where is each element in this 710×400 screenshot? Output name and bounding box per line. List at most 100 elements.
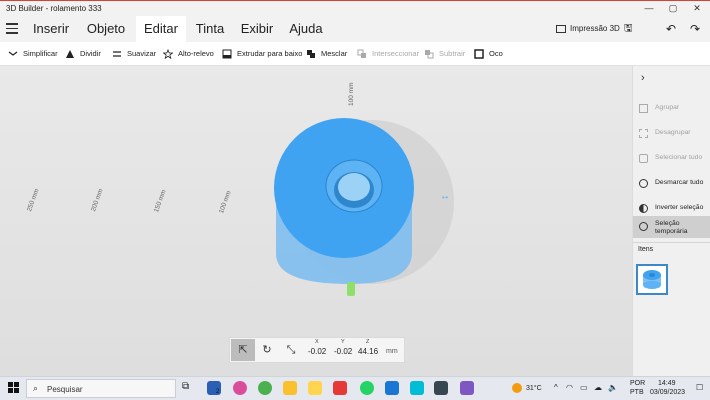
target-icon: [639, 222, 648, 231]
invert-icon: [639, 204, 648, 213]
app-icon[interactable]: [283, 381, 297, 395]
move-handle-vertical[interactable]: [347, 282, 355, 296]
hamburger-menu-icon[interactable]: [6, 23, 18, 35]
merge-icon: [307, 50, 315, 59]
bearing-thumbnail-icon: [643, 270, 661, 289]
group-button[interactable]: Agrupar: [633, 96, 710, 120]
extrude-icon: [222, 49, 232, 59]
language-bottom[interactable]: PTB: [630, 389, 644, 396]
subtract-button[interactable]: Subtrair: [424, 42, 465, 66]
divider: [633, 242, 710, 243]
x-label: X: [315, 339, 319, 345]
unit-label: mm: [386, 348, 398, 355]
group-label: Agrupar: [655, 104, 680, 111]
merge-label: Mesclar: [321, 49, 348, 58]
split-icon: [66, 50, 74, 59]
taskbar: ⌕ Pesquisar ⧉ 2 31°C ^ ◠ ▭ ☁ 🔈 POR PTB 1…: [0, 376, 710, 400]
y-value[interactable]: -0.02: [334, 347, 352, 356]
gmail-icon[interactable]: [333, 381, 347, 395]
z-label: Z: [366, 339, 370, 345]
redo-icon[interactable]: ↷: [690, 16, 700, 42]
subtract-label: Subtrair: [439, 49, 466, 58]
tab-ajuda[interactable]: Ajuda: [284, 16, 328, 42]
ungroup-icon: [639, 129, 648, 138]
simplify-label: Simplificar: [23, 49, 58, 58]
split-button[interactable]: Dividir: [65, 42, 101, 66]
resize-handle-horizontal[interactable]: ↔: [440, 192, 454, 202]
emboss-label: Alto-relevo: [178, 49, 214, 58]
select-all-button[interactable]: Selecionar tudo: [633, 146, 710, 170]
task-view-icon[interactable]: ⧉: [182, 381, 196, 395]
bearing-model[interactable]: [0, 66, 632, 376]
ungroup-label: Desagrupar: [655, 129, 691, 136]
intersect-icon: [357, 49, 366, 59]
hollow-label: Oco: [489, 49, 503, 58]
tab-inserir[interactable]: Inserir: [26, 16, 76, 42]
notifications-icon[interactable]: ☐: [696, 383, 703, 392]
weather-temp: 31°C: [526, 385, 542, 392]
app-drop-icon[interactable]: [233, 381, 247, 395]
cloud-icon[interactable]: ☁: [594, 383, 602, 392]
tab-editar[interactable]: Editar: [136, 16, 186, 42]
y-label: Y: [341, 339, 345, 345]
title-bar: 3D Builder - rolamento 333 — ▢ ✕: [0, 0, 710, 16]
app-icon[interactable]: [460, 381, 474, 395]
z-value[interactable]: 44.16: [358, 347, 378, 356]
3d-builder-icon[interactable]: [434, 381, 448, 395]
items-header: Itens: [638, 246, 654, 253]
windows-start-icon[interactable]: [8, 382, 20, 394]
tab-exibir[interactable]: Exibir: [236, 16, 278, 42]
app-icon[interactable]: [258, 381, 272, 395]
window-title: 3D Builder - rolamento 333: [6, 4, 102, 13]
save-icon[interactable]: 🖫: [624, 16, 633, 42]
whatsapp-icon[interactable]: [360, 381, 374, 395]
item-thumbnail[interactable]: [636, 264, 668, 295]
split-label: Dividir: [80, 49, 101, 58]
weather-icon[interactable]: [512, 383, 522, 393]
simplify-button[interactable]: Simplificar: [8, 42, 58, 66]
printer-icon: [556, 24, 566, 33]
extrude-label: Extrudar para baixo: [237, 49, 303, 58]
close-button[interactable]: ✕: [688, 3, 706, 14]
chevron-right-icon[interactable]: ›: [641, 72, 645, 84]
hollow-button[interactable]: Oco: [474, 42, 503, 66]
maximize-button[interactable]: ▢: [664, 3, 682, 14]
subtract-icon: [425, 50, 434, 59]
simplify-icon: [8, 51, 18, 56]
notification-badge: 2: [216, 389, 220, 395]
search-box[interactable]: ⌕ Pesquisar: [26, 379, 176, 398]
tab-tinta[interactable]: Tinta: [190, 16, 230, 42]
minimize-button[interactable]: —: [640, 3, 658, 13]
battery-icon[interactable]: ▭: [580, 383, 588, 392]
ungroup-button[interactable]: Desagrupar: [633, 121, 710, 145]
intersect-label: Interseccionar: [372, 49, 420, 58]
language-top[interactable]: POR: [630, 380, 645, 387]
volume-icon[interactable]: 🔈: [608, 383, 618, 392]
rotate-tool-button[interactable]: ↻: [255, 339, 279, 361]
position-bar: ⇱ ↻ ⤡ X -0.02 Y -0.02 Z 44.16 mm: [229, 337, 405, 363]
tab-objeto[interactable]: Objeto: [80, 16, 132, 42]
chevron-up-icon[interactable]: ^: [554, 383, 558, 392]
app-icon[interactable]: [308, 381, 322, 395]
3d-viewport[interactable]: 250 mm 200 mm 150 mm 100 mm 100 mm ↔: [0, 66, 632, 376]
merge-button[interactable]: Mesclar: [306, 42, 347, 66]
clock-date[interactable]: 03/09/2023: [650, 389, 685, 396]
search-placeholder: Pesquisar: [47, 385, 83, 394]
clock-time[interactable]: 14:49: [658, 380, 676, 387]
smooth-button[interactable]: Suavizar: [112, 42, 156, 66]
undo-icon[interactable]: ↶: [666, 16, 676, 42]
deselect-all-label: Desmarcar tudo: [655, 179, 704, 186]
emboss-button[interactable]: Alto-relevo: [163, 42, 214, 66]
temporary-selection-button[interactable]: Seleção temporária: [633, 216, 710, 238]
app-icon[interactable]: [385, 381, 399, 395]
scale-tool-button[interactable]: ⤡: [279, 339, 303, 361]
app-icon[interactable]: [410, 381, 424, 395]
wifi-icon[interactable]: ◠: [566, 383, 573, 392]
intersect-button[interactable]: Interseccionar: [357, 42, 419, 66]
move-tool-button[interactable]: ⇱: [231, 339, 255, 361]
deselect-all-button[interactable]: Desmarcar tudo: [633, 171, 710, 195]
x-value[interactable]: -0.02: [308, 347, 326, 356]
hollow-icon: [474, 49, 484, 59]
print-3d-button[interactable]: Impressão 3D: [556, 16, 620, 42]
extrude-down-button[interactable]: Extrudar para baixo: [222, 42, 302, 66]
